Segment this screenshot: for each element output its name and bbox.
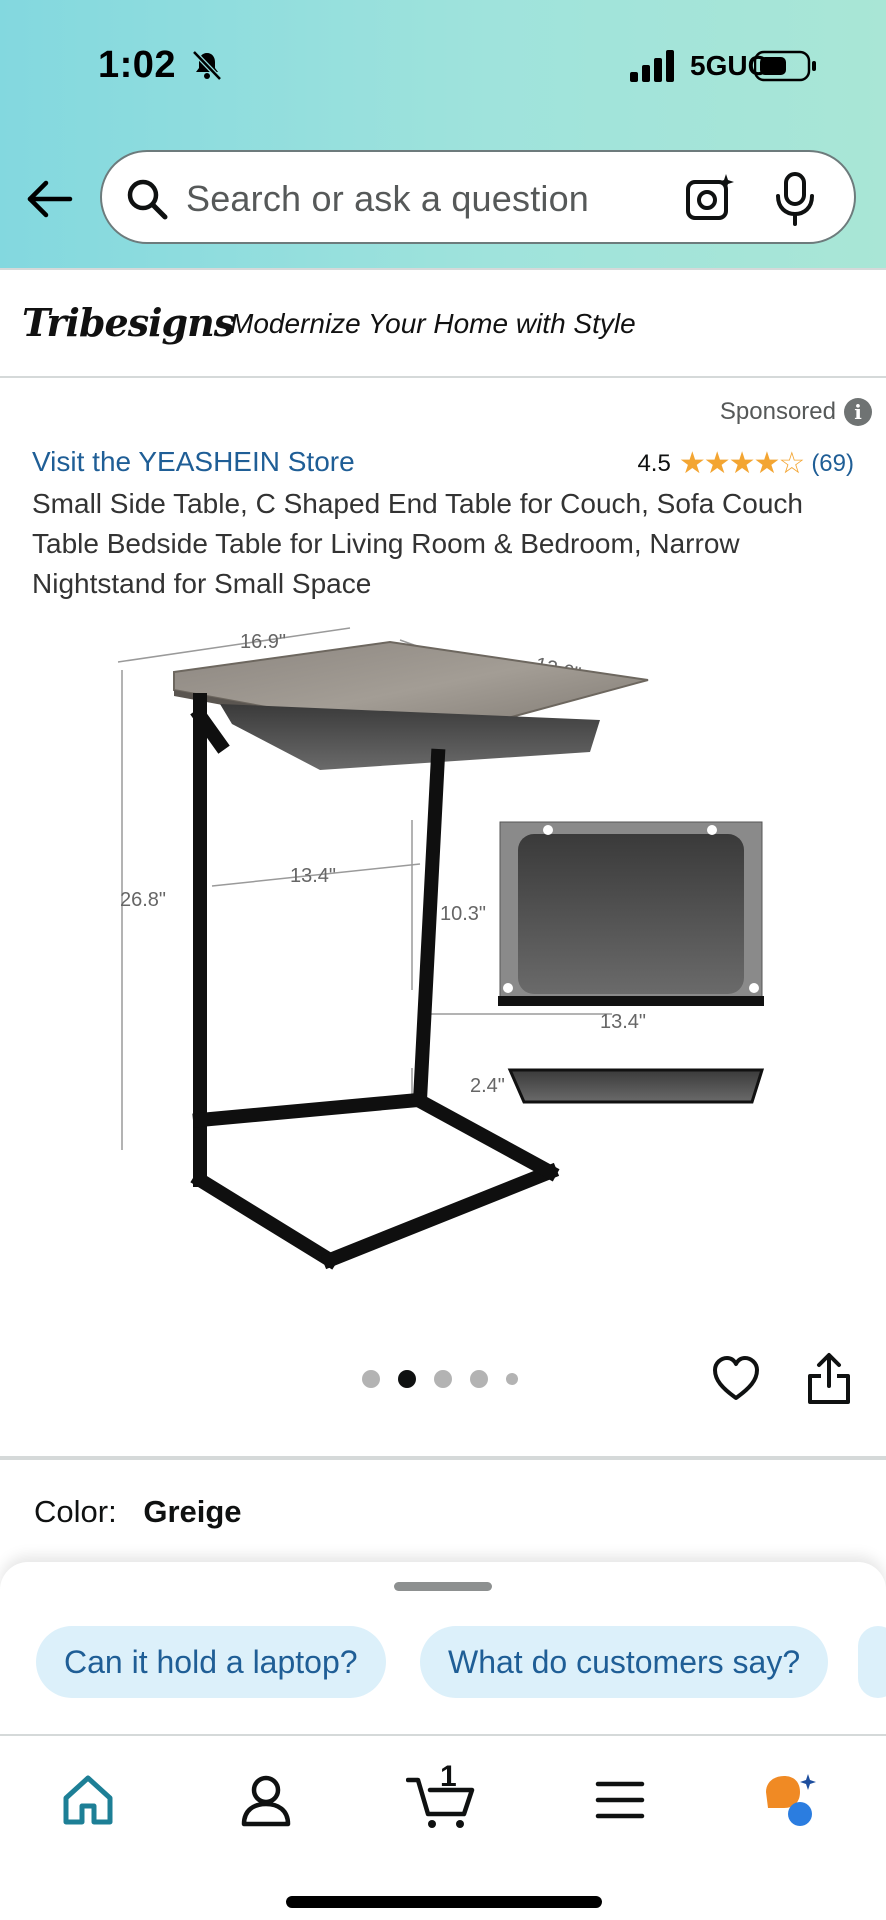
microphone-icon[interactable] [772, 170, 818, 226]
search-input[interactable]: Search or ask a question [186, 178, 589, 220]
silent-bell-icon [192, 50, 222, 81]
cart-count-badge: 1 [440, 1760, 457, 1793]
status-time: 1:02 [98, 44, 177, 86]
sponsored-brand-banner[interactable]: Tribesigns Modernize Your Home with Styl… [0, 268, 886, 378]
sheet-grabber[interactable] [394, 1582, 492, 1591]
home-icon[interactable] [58, 1770, 118, 1830]
account-icon[interactable] [236, 1770, 296, 1830]
dimension-drawer-width: 13.4" [600, 1011, 646, 1033]
dimension-top-width: 16.9" [240, 631, 286, 653]
cellular-signal-icon [630, 50, 674, 82]
search-icon [127, 179, 168, 220]
sponsored-label[interactable]: Sponsored i [720, 398, 872, 426]
bottom-nav: 1 [0, 1734, 886, 1920]
back-arrow-icon[interactable] [24, 174, 74, 224]
product-image[interactable]: 16.9" 12.6" 26.8" 13.4" 10.3" 13.4" 2.4" [100, 620, 800, 1280]
color-label: Color: [34, 1494, 117, 1529]
rating-count[interactable]: (69) [811, 450, 854, 478]
product-title: Small Side Table, C Shaped End Table for… [32, 488, 803, 599]
star-rating-icon: ★★★★☆ [678, 447, 805, 480]
dimension-drawer-depth: 2.4" [470, 1075, 505, 1097]
carousel-dot[interactable] [434, 1370, 452, 1388]
carousel-dot[interactable] [506, 1373, 518, 1385]
image-carousel-dots[interactable] [362, 1370, 518, 1388]
color-selector[interactable]: Color: Greige [34, 1494, 242, 1530]
carousel-dot[interactable] [470, 1370, 488, 1388]
store-link[interactable]: Visit the YEASHEIN Store [32, 446, 355, 478]
suggestion-sheet[interactable]: Can it hold a laptop? What do customers … [0, 1562, 886, 1734]
dimension-leg-span: 13.4" [290, 865, 336, 887]
carousel-dot[interactable] [362, 1370, 380, 1388]
color-value: Greige [143, 1494, 242, 1529]
share-icon[interactable] [806, 1352, 852, 1404]
battery-icon [754, 50, 816, 82]
dimension-height: 26.8" [120, 889, 166, 911]
suggestion-chip-laptop[interactable]: Can it hold a laptop? [36, 1626, 386, 1698]
rating-value: 4.5 [637, 449, 671, 477]
camera-search-icon[interactable] [684, 172, 736, 224]
dimension-drawer-height: 10.3" [440, 903, 486, 925]
brand-tagline: Modernize Your Home with Style [230, 308, 636, 339]
search-bar[interactable]: Search or ask a question [100, 150, 856, 244]
section-divider [0, 1456, 886, 1460]
info-icon[interactable]: i [844, 398, 872, 426]
sponsored-text: Sponsored [719, 398, 836, 425]
rating-summary[interactable]: 4.5 ★★★★☆ (69) [637, 446, 854, 481]
rufus-assistant-icon[interactable] [760, 1770, 820, 1830]
home-indicator [286, 1896, 602, 1908]
suggestion-chip-partial[interactable] [858, 1626, 886, 1698]
brand-logo: Tribesigns [22, 300, 235, 345]
wishlist-heart-icon[interactable] [712, 1356, 760, 1402]
carousel-dot-active[interactable] [398, 1370, 416, 1388]
header: 1:02 5GUC Search or ask a question [0, 0, 886, 268]
suggestion-chip-customers[interactable]: What do customers say? [420, 1626, 829, 1698]
menu-icon[interactable] [590, 1770, 650, 1830]
